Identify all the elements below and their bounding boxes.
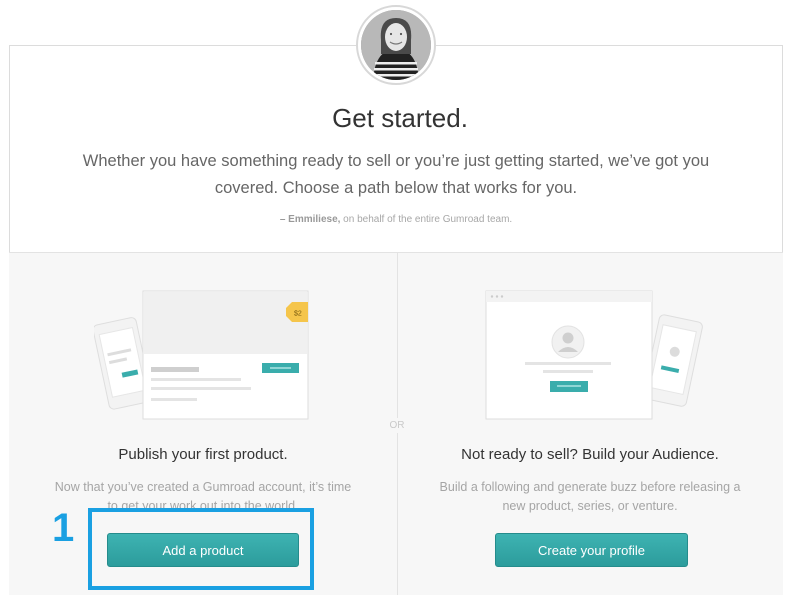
profile-illustration — [485, 290, 703, 420]
build-audience-heading: Not ready to sell? Build your Audience. — [461, 446, 719, 463]
intro-text: Whether you have something ready to sell… — [82, 152, 710, 197]
price-tag: $2 — [294, 311, 302, 318]
signature: – Emmiliese, on behalf of the entire Gum… — [0, 214, 792, 225]
step-number-annotation: 1 — [52, 506, 75, 550]
create-profile-button[interactable]: Create your profile — [495, 533, 688, 567]
publish-product-description: Now that you’ve created a Gumroad accoun… — [54, 480, 352, 512]
highlight-box-annotation — [88, 508, 314, 590]
publish-product-heading: Publish your first product. — [118, 446, 288, 463]
or-separator: OR — [379, 418, 415, 433]
signature-name: – Emmiliese, — [279, 214, 341, 225]
build-audience-description: Build a following and generate buzz befo… — [439, 480, 741, 513]
product-illustration: $2 — [94, 290, 309, 420]
signature-text: on behalf of the entire Gumroad team. — [340, 214, 513, 225]
page-title: Get started. — [332, 103, 468, 133]
team-member-avatar — [356, 5, 436, 85]
